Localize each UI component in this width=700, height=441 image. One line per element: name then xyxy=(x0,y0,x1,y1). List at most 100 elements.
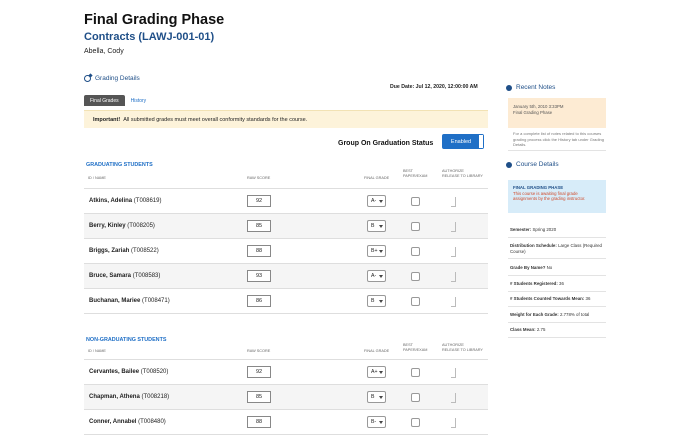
toggle-enabled-label: Enabled xyxy=(443,135,479,148)
detail-divider xyxy=(508,237,606,238)
group-on-graduation-toggle[interactable]: Enabled xyxy=(442,134,484,149)
toggle-knob xyxy=(479,135,483,148)
final-grade-select[interactable]: B xyxy=(367,391,386,403)
col-authorize-2-line2: RELEASE TO LIBRARY xyxy=(442,347,483,352)
student-name: Abella, Cody xyxy=(84,48,124,55)
final-grade-select[interactable]: B xyxy=(367,220,386,232)
raw-score-input[interactable]: 85 xyxy=(247,391,271,403)
authorize-release-checkbox[interactable] xyxy=(451,297,456,307)
best-paper-checkbox[interactable] xyxy=(411,247,420,256)
best-paper-checkbox[interactable] xyxy=(411,393,420,402)
final-grade-select[interactable]: B+ xyxy=(367,245,386,257)
authorize-release-checkbox[interactable] xyxy=(451,197,456,207)
authorize-release-checkbox[interactable] xyxy=(451,272,456,282)
course-detail-item: # Students Registered: 36 xyxy=(510,281,606,287)
table-end-divider xyxy=(84,313,488,314)
student-name-cell: Buchanan, Mariee (T008471) xyxy=(89,298,170,304)
graduating-section-title: GRADUATING STUDENTS xyxy=(86,162,153,168)
detail-value: 36 xyxy=(584,296,591,301)
col-id-name: ID / NAME xyxy=(88,176,106,180)
best-paper-checkbox[interactable] xyxy=(411,272,420,281)
phase-card: FINAL GRADING PHASE This course is await… xyxy=(508,180,606,213)
student-last-name: Chapman, Athena xyxy=(89,394,140,400)
raw-score-input[interactable]: 88 xyxy=(247,245,271,257)
best-paper-checkbox[interactable] xyxy=(411,418,420,427)
due-date: Due Date: Jul 12, 2020, 12:00:00 AM xyxy=(390,84,478,90)
page-title: Final Grading Phase xyxy=(84,12,225,28)
detail-label: # Students Counted Towards Mean: xyxy=(510,296,585,301)
raw-score-input[interactable]: 88 xyxy=(247,416,271,428)
col-id-name-2: ID / NAME xyxy=(88,349,106,353)
student-last-name: Berry, Kinley xyxy=(89,223,126,229)
course-detail-item: Weight for Each Grade: 2.778% of total xyxy=(510,312,606,318)
raw-score-input[interactable]: 85 xyxy=(247,220,271,232)
detail-label: Grade By Name? xyxy=(510,265,546,270)
detail-divider xyxy=(508,275,606,276)
grading-details-label: Grading Details xyxy=(95,75,140,82)
detail-label: Weight for Each Grade: xyxy=(510,312,559,317)
raw-score-input[interactable]: 93 xyxy=(247,270,271,282)
student-id: (T008583) xyxy=(132,273,161,279)
non-graduating-section-title: NON-GRADUATING STUDENTS xyxy=(86,337,167,343)
course-detail-item: # Students Counted Towards Mean: 36 xyxy=(510,296,606,302)
student-id: (T008218) xyxy=(141,394,170,400)
important-label: Important! xyxy=(93,116,121,123)
tab-history[interactable]: History xyxy=(125,95,153,106)
authorize-release-checkbox[interactable] xyxy=(451,247,456,257)
grading-tabs: Final Grades History xyxy=(84,95,152,106)
student-last-name: Conner, Annabel xyxy=(89,419,137,425)
course-detail-item: Distribution Schedule: Large Class (Requ… xyxy=(510,243,606,255)
student-id: (T008522) xyxy=(131,248,159,254)
best-paper-checkbox[interactable] xyxy=(411,368,420,377)
course-detail-item: Class Mean: 2.75 xyxy=(510,327,606,333)
info-icon xyxy=(506,161,512,168)
authorize-release-checkbox[interactable] xyxy=(451,222,456,232)
final-grade-select[interactable]: B- xyxy=(367,416,386,428)
raw-score-input[interactable]: 92 xyxy=(247,195,271,207)
final-grade-value: B+ xyxy=(371,248,378,254)
grading-details-header: Grading Details xyxy=(84,75,140,82)
edit-icon xyxy=(84,75,91,82)
col-best-paper: BEST PAPER/EXAM xyxy=(403,169,427,178)
final-grade-select[interactable]: B xyxy=(367,295,386,307)
note-card[interactable]: January 5th, 2010 3:33PM Final Grading P… xyxy=(508,98,606,128)
student-last-name: Bruce, Samara xyxy=(89,273,132,279)
table-row: Conner, Annabel (T008480) 88 B- xyxy=(84,409,488,434)
best-paper-checkbox[interactable] xyxy=(411,197,420,206)
student-name-cell: Chapman, Athena (T008218) xyxy=(89,394,169,400)
col-authorize-2: AUTHORIZE RELEASE TO LIBRARY xyxy=(442,343,483,352)
divider xyxy=(508,150,606,151)
chevron-down-icon xyxy=(379,275,383,278)
course-detail-item: Grade By Name? No xyxy=(510,265,606,271)
final-grade-value: B xyxy=(371,223,375,229)
tab-final-grades[interactable]: Final Grades xyxy=(84,95,125,106)
detail-divider xyxy=(508,258,606,259)
detail-divider xyxy=(508,337,606,338)
notes-hint: For a complete list of notes related to … xyxy=(513,131,604,147)
student-name-cell: Atkins, Adelina (T008619) xyxy=(89,198,161,204)
table-end-divider xyxy=(84,434,488,435)
best-paper-checkbox[interactable] xyxy=(411,297,420,306)
student-id: (T008205) xyxy=(127,223,155,229)
detail-value: 2.778% of total xyxy=(558,312,590,317)
authorize-release-checkbox[interactable] xyxy=(451,368,456,378)
final-grade-value: B xyxy=(371,298,375,304)
raw-score-input[interactable]: 86 xyxy=(247,295,271,307)
final-grade-select[interactable]: A+ xyxy=(367,366,386,378)
final-grade-select[interactable]: A- xyxy=(367,270,386,282)
chevron-down-icon xyxy=(379,396,383,399)
authorize-release-checkbox[interactable] xyxy=(451,393,456,403)
final-grade-select[interactable]: A- xyxy=(367,195,386,207)
table-row: Chapman, Athena (T008218) 85 B xyxy=(84,384,488,409)
col-best-paper-line2: PAPER/EXAM xyxy=(403,173,428,178)
student-id: (T008619) xyxy=(133,198,162,204)
recent-notes-header: Recent Notes xyxy=(506,84,555,91)
chevron-down-icon xyxy=(379,250,383,253)
raw-score-input[interactable]: 92 xyxy=(247,366,271,378)
course-details-label: Course Details xyxy=(516,161,559,168)
best-paper-checkbox[interactable] xyxy=(411,222,420,231)
detail-value: 2.75 xyxy=(535,327,546,332)
authorize-release-checkbox[interactable] xyxy=(451,418,456,428)
chevron-down-icon xyxy=(379,300,383,303)
recent-notes-label: Recent Notes xyxy=(516,84,556,91)
